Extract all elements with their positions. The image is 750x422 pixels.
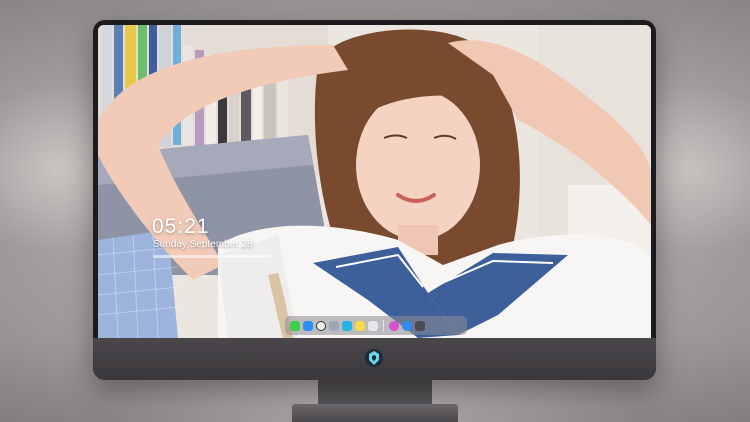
dock — [285, 316, 467, 335]
claquette-icon[interactable] — [342, 320, 352, 331]
monitor-stand-base — [292, 404, 458, 422]
lock-screen-date: Sunday September 28 — [153, 239, 253, 250]
wallpaper — [98, 25, 651, 338]
lock-screen-clock: 05:21 — [152, 215, 210, 238]
notes-icon[interactable] — [355, 320, 365, 331]
messages-icon[interactable] — [290, 320, 300, 331]
dock-separator — [383, 319, 384, 332]
monitor: 05:21 Sunday September 28 — [93, 20, 656, 380]
photos-icon[interactable] — [368, 320, 378, 331]
preview-icon[interactable] — [329, 320, 339, 331]
desktop-screen: 05:21 Sunday September 28 — [98, 25, 651, 338]
app-store-icon[interactable] — [402, 320, 412, 331]
itunes-icon[interactable] — [389, 320, 399, 331]
mail-icon[interactable] — [303, 320, 313, 331]
brand-logo-icon — [365, 349, 383, 367]
lock-screen-subtext — [153, 255, 271, 258]
clock-icon[interactable] — [316, 320, 326, 331]
camera-icon[interactable] — [415, 320, 425, 331]
